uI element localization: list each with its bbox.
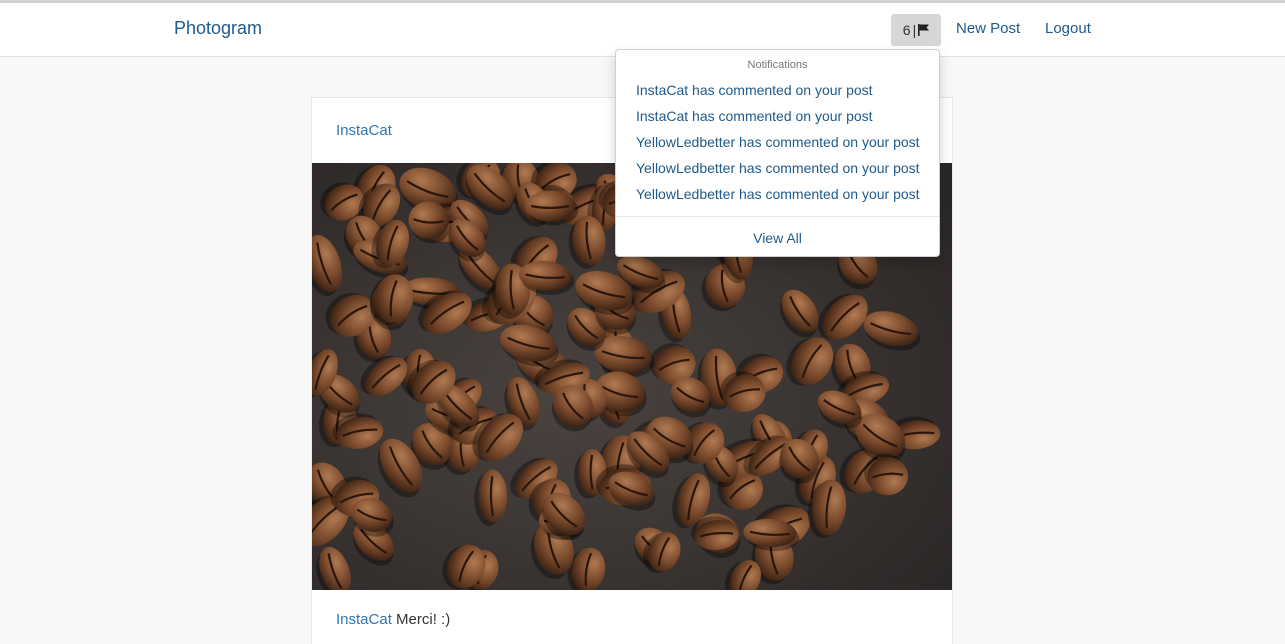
flag-icon [918,24,930,36]
notification-item[interactable]: InstaCat has commented on your post [616,106,939,132]
notification-item[interactable]: InstaCat has commented on your post [616,80,939,106]
comment-text: Merci! :) [396,611,451,628]
new-post-link[interactable]: New Post [956,20,1020,37]
comment-author-link[interactable]: InstaCat [336,611,392,628]
view-all-link[interactable]: View All [616,230,939,246]
notification-item[interactable]: YellowLedbetter has commented on your po… [616,132,939,158]
notification-item[interactable]: YellowLedbetter has commented on your po… [616,184,939,210]
post-author-link[interactable]: InstaCat [336,122,392,139]
notifications-count: 6 [902,22,911,38]
notifications-separator: | [912,22,917,38]
logout-link[interactable]: Logout [1045,20,1091,37]
brand-link[interactable]: Photogram [174,18,262,39]
notifications-dropdown: Notifications InstaCat has commented on … [615,49,940,257]
notifications-button[interactable]: 6 | [891,14,941,46]
notification-item[interactable]: YellowLedbetter has commented on your po… [616,158,939,184]
notifications-list: InstaCat has commented on your post Inst… [616,80,939,210]
dropdown-header: Notifications [747,59,808,71]
dropdown-divider [616,216,939,217]
post-comment: InstaCat Merci! :) [336,611,450,628]
